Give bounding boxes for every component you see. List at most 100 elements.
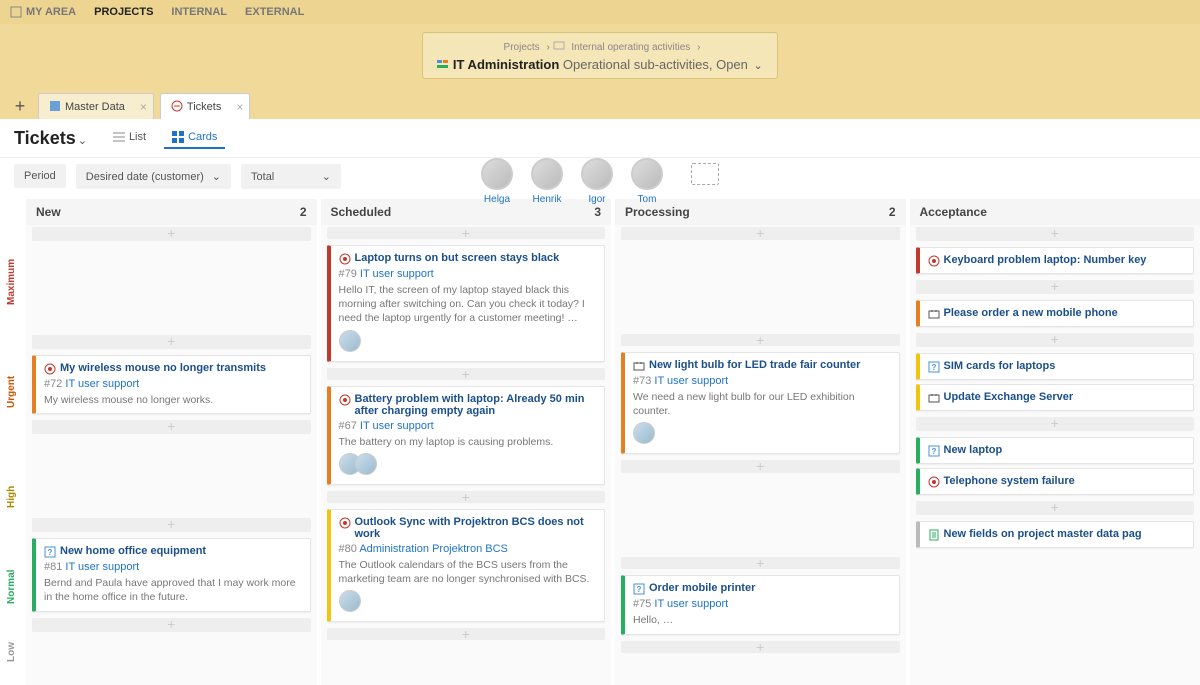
lane[interactable]: Keyboard problem laptop: Number key [910,243,1200,278]
q-icon: ? [928,361,940,373]
ticket-card[interactable]: New light bulb for LED trade fair counte… [621,352,900,454]
ticket-card[interactable]: Outlook Sync with Projektron BCS does no… [327,509,606,622]
lane[interactable] [615,242,906,332]
tab-tickets[interactable]: Tickets× [160,93,250,119]
view-list[interactable]: List [105,127,154,149]
bug-icon [928,476,940,488]
add-card-button[interactable]: + [327,227,606,239]
lane[interactable]: Outlook Sync with Projektron BCS does no… [321,505,612,626]
add-card-button[interactable]: + [621,227,900,240]
lane[interactable] [321,642,612,685]
filter-total[interactable]: Total⌄ [241,164,341,189]
lane[interactable] [615,475,906,555]
ticket-card[interactable]: ?New laptop [916,437,1195,464]
add-card-button[interactable]: + [916,227,1195,241]
add-card-button[interactable]: + [916,280,1195,294]
lane[interactable]: Please order a new mobile phone [910,296,1200,331]
card-title: Keyboard problem laptop: Number key [944,254,1147,267]
context-box[interactable]: Projects › Internal operating activities… [422,32,777,79]
add-card-button[interactable]: + [32,335,311,349]
ticket-card[interactable]: ?SIM cards for laptops [916,353,1195,380]
avatar [633,422,655,444]
column-acc: Acceptance + Keyboard problem laptop: Numb… [910,199,1200,685]
svg-text:?: ? [637,585,642,594]
ticket-card[interactable]: Laptop turns on but screen stays black#7… [327,245,606,362]
ticket-card[interactable]: ?New home office equipment#81 IT user su… [32,538,311,611]
ticket-card[interactable]: Please order a new mobile phone [916,300,1195,327]
add-card-button[interactable]: + [32,518,311,532]
lane[interactable] [615,655,906,685]
column-proc: Processing2++New light bulb for LED trad… [615,199,906,685]
person-helga[interactable]: Helga [481,158,513,205]
add-tab-button[interactable]: + [8,94,32,118]
column-header: Acceptance [910,199,1200,225]
people-filter: Helga Henrik Igor Tom [481,158,719,205]
lane[interactable] [26,634,317,664]
add-card-button[interactable]: + [621,641,900,654]
nav-internal[interactable]: INTERNAL [171,6,227,18]
lane[interactable] [26,243,317,333]
ticket-card[interactable]: Battery problem with laptop: Already 50 … [327,386,606,485]
card-desc: The battery on my laptop is causing prob… [339,435,597,449]
lane[interactable]: New fields on project master data pag [910,517,1200,552]
lane[interactable]: ?SIM cards for laptops Update Exchange Se… [910,349,1200,415]
add-card-button[interactable]: + [327,368,606,380]
add-card-button[interactable]: + [327,491,606,503]
lane[interactable]: Battery problem with laptop: Already 50 … [321,382,612,489]
add-card-button[interactable]: + [621,557,900,570]
lane[interactable]: ? Order mobile printer #75 IT user support… [615,571,906,638]
ticket-card[interactable]: ? Order mobile printer #75 IT user support… [621,575,900,634]
page-title[interactable]: Tickets⌄ [14,128,87,149]
ticket-card[interactable]: My wireless mouse no longer transmits#72… [32,355,311,414]
filter-dateby[interactable]: Desired date (customer)⌄ [76,164,231,189]
ticket-card[interactable]: Telephone system failure [916,468,1195,495]
view-cards[interactable]: Cards [164,127,225,149]
ticket-card[interactable]: New fields on project master data pag [916,521,1195,548]
ticket-card[interactable]: Update Exchange Server [916,384,1195,411]
card-desc: Hello, … [633,613,891,627]
priority-labels: Maximum Urgent High Normal Low [6,199,26,685]
card-title: New light bulb for LED trade fair counte… [649,359,860,372]
card-meta: #75 IT user support [633,598,891,610]
q-icon: ? [928,445,940,457]
add-card-button[interactable]: + [621,334,900,347]
lane[interactable]: ?New home office equipment#81 IT user su… [26,534,317,615]
filter-period[interactable]: Period [14,164,66,188]
card-title: Please order a new mobile phone [944,307,1118,320]
card-title: New fields on project master data pag [944,528,1142,541]
card-meta: #79 IT user support [339,268,597,280]
svg-text:?: ? [48,548,53,557]
ticket-card[interactable]: Keyboard problem laptop: Number key [916,247,1195,274]
add-card-button[interactable]: + [32,227,311,241]
doc-icon [928,529,940,541]
close-icon[interactable]: × [236,100,243,114]
card-title: Order mobile printer [649,582,755,595]
expand-icon[interactable] [691,163,719,185]
add-card-button[interactable]: + [621,460,900,473]
lane[interactable]: My wireless mouse no longer transmits#72… [26,351,317,418]
lane-label-urgent: Urgent [6,337,26,447]
person-tom[interactable]: Tom [631,158,663,205]
project-line[interactable]: IT Administration Operational sub-activi… [437,57,762,72]
card-meta: #73 IT user support [633,375,891,387]
bug-icon [339,394,351,406]
task-icon [633,360,645,372]
person-henrik[interactable]: Henrik [531,158,563,205]
lane[interactable]: New light bulb for LED trade fair counte… [615,348,906,458]
nav-projects[interactable]: PROJECTS [94,6,153,18]
add-card-button[interactable]: + [916,501,1195,515]
add-card-button[interactable]: + [32,420,311,434]
nav-myarea[interactable]: MY AREA [10,6,76,18]
tab-master-data[interactable]: Master Data× [38,93,154,119]
add-card-button[interactable]: + [327,628,606,640]
add-card-button[interactable]: + [916,417,1195,431]
lane[interactable] [26,436,317,516]
lane[interactable]: Laptop turns on but screen stays black#7… [321,241,612,366]
person-igor[interactable]: Igor [581,158,613,205]
lane[interactable]: ?New laptop Telephone system failure [910,433,1200,499]
tab-bar: + Master Data× Tickets× [0,93,1200,119]
close-icon[interactable]: × [140,100,147,114]
add-card-button[interactable]: + [916,333,1195,347]
nav-external[interactable]: EXTERNAL [245,6,304,18]
add-card-button[interactable]: + [32,618,311,632]
